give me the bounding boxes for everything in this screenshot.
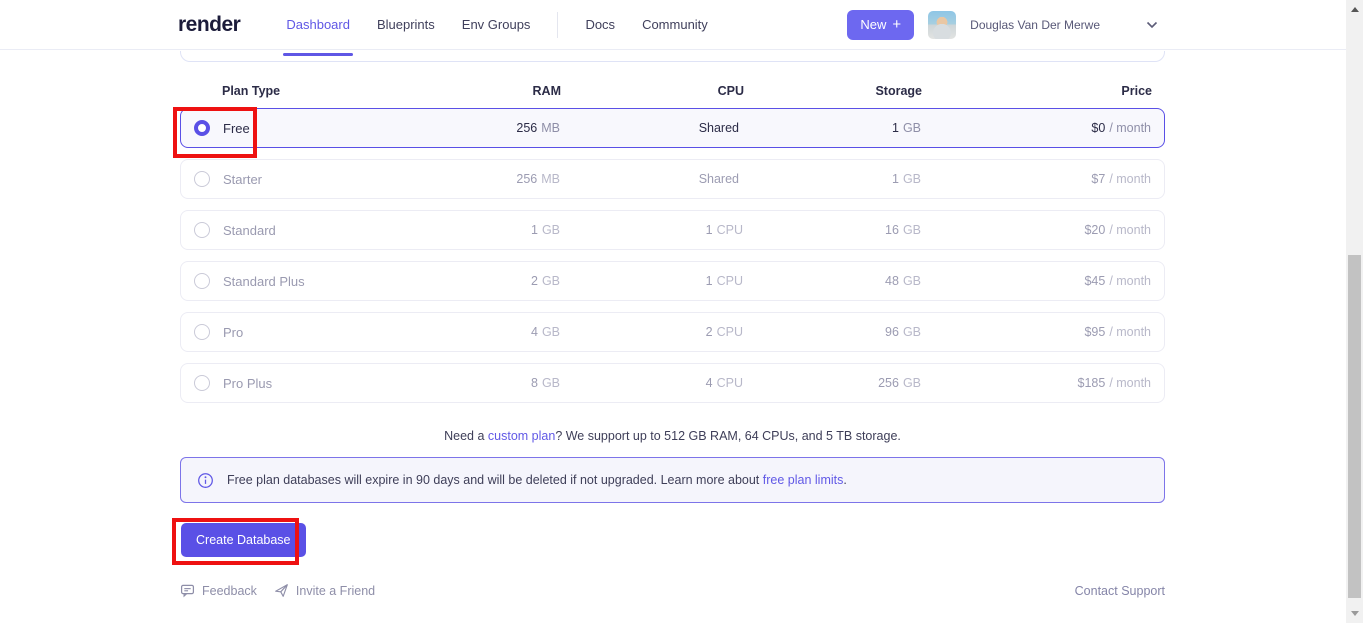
plan-cell: Pro Plus — [194, 375, 420, 391]
chevron-down-icon — [1146, 21, 1158, 29]
cpu-cell: Shared — [560, 172, 743, 186]
feedback-link[interactable]: Feedback — [180, 583, 257, 598]
plan-name: Free — [223, 121, 250, 136]
plan-row[interactable]: Standard 1GB 1CPU 16GB $20/ month — [180, 210, 1165, 250]
user-avatar[interactable] — [928, 11, 956, 39]
vertical-scrollbar[interactable] — [1346, 0, 1363, 623]
plan-cell: Standard Plus — [194, 273, 420, 289]
info-icon — [197, 472, 214, 489]
scrollbar-thumb[interactable] — [1348, 255, 1361, 598]
contact-support-link[interactable]: Contact Support — [1075, 584, 1165, 598]
plus-icon: + — [892, 17, 901, 32]
storage-cell: 1GB — [743, 121, 921, 135]
page-footer: Feedback Invite a Friend Contact Support — [180, 583, 1165, 598]
paper-plane-icon — [274, 583, 289, 598]
plan-selection-panel: Plan Type RAM CPU Storage Price Free 256… — [180, 51, 1165, 598]
plan-name: Starter — [223, 172, 262, 187]
column-header-plan-type: Plan Type — [193, 84, 421, 98]
price-cell: $185/ month — [921, 376, 1151, 390]
plan-cell: Starter — [194, 171, 420, 187]
price-cell: $7/ month — [921, 172, 1151, 186]
feedback-comment-icon — [180, 583, 195, 598]
nav-dashboard[interactable]: Dashboard — [286, 0, 350, 50]
plan-row[interactable]: Standard Plus 2GB 1CPU 48GB $45/ month — [180, 261, 1165, 301]
plan-radio-button[interactable] — [194, 120, 210, 136]
cpu-cell: Shared — [560, 121, 743, 135]
ram-cell: 1GB — [420, 223, 560, 237]
column-header-ram: RAM — [421, 84, 561, 98]
nav-divider — [557, 12, 558, 38]
plan-row[interactable]: Free 256MB Shared 1GB $0/ month — [180, 108, 1165, 148]
column-header-price: Price — [922, 84, 1152, 98]
notice-text: Free plan databases will expire in 90 da… — [227, 473, 847, 487]
plan-name: Pro Plus — [223, 376, 272, 391]
price-cell: $95/ month — [921, 325, 1151, 339]
plan-radio-button[interactable] — [194, 171, 210, 187]
triangle-down-icon — [1351, 611, 1359, 616]
storage-cell: 1GB — [743, 172, 921, 186]
scrollbar-up-arrow[interactable] — [1346, 2, 1363, 17]
column-header-cpu: CPU — [561, 84, 744, 98]
custom-plan-note: Need a custom plan? We support up to 512… — [180, 429, 1165, 443]
user-menu-toggle[interactable] — [1146, 21, 1158, 29]
scrolled-field-bottom-edge — [180, 51, 1165, 62]
render-logo[interactable]: render — [178, 13, 240, 37]
cpu-cell: 1CPU — [560, 274, 743, 288]
nav-community[interactable]: Community — [642, 0, 708, 50]
user-name: Douglas Van Der Merwe — [970, 18, 1100, 32]
create-database-button[interactable]: Create Database — [181, 523, 306, 557]
plan-radio-button[interactable] — [194, 222, 210, 238]
plan-cell: Pro — [194, 324, 420, 340]
nav-docs[interactable]: Docs — [585, 0, 615, 50]
plan-cell: Free — [194, 120, 420, 136]
cpu-cell: 1CPU — [560, 223, 743, 237]
new-button[interactable]: New + — [847, 10, 914, 40]
cpu-cell: 2CPU — [560, 325, 743, 339]
plan-name: Pro — [223, 325, 243, 340]
ram-cell: 8GB — [420, 376, 560, 390]
nav-blueprints[interactable]: Blueprints — [377, 0, 435, 50]
plan-row[interactable]: Pro Plus 8GB 4CPU 256GB $185/ month — [180, 363, 1165, 403]
topbar-right-group: New + Douglas Van Der Merwe — [847, 10, 1158, 40]
triangle-up-icon — [1351, 7, 1359, 12]
primary-nav: Dashboard Blueprints Env Groups Docs Com… — [286, 0, 707, 50]
scrollbar-down-arrow[interactable] — [1346, 606, 1363, 621]
free-plan-limits-link[interactable]: free plan limits — [763, 473, 844, 487]
column-header-storage: Storage — [744, 84, 922, 98]
table-column-headers: Plan Type RAM CPU Storage Price — [180, 84, 1165, 98]
ram-cell: 256MB — [420, 121, 560, 135]
price-cell: $20/ month — [921, 223, 1151, 237]
plan-row[interactable]: Pro 4GB 2CPU 96GB $95/ month — [180, 312, 1165, 352]
plan-name: Standard — [223, 223, 276, 238]
plan-row[interactable]: Starter 256MB Shared 1GB $7/ month — [180, 159, 1165, 199]
free-plan-notice-banner: Free plan databases will expire in 90 da… — [180, 457, 1165, 503]
storage-cell: 16GB — [743, 223, 921, 237]
plan-radio-button[interactable] — [194, 273, 210, 289]
plan-cell: Standard — [194, 222, 420, 238]
storage-cell: 96GB — [743, 325, 921, 339]
plan-rows-list: Free 256MB Shared 1GB $0/ month Starter … — [180, 108, 1165, 403]
price-cell: $45/ month — [921, 274, 1151, 288]
plan-name: Standard Plus — [223, 274, 305, 289]
plan-radio-button[interactable] — [194, 324, 210, 340]
plan-radio-button[interactable] — [194, 375, 210, 391]
nav-env-groups[interactable]: Env Groups — [462, 0, 531, 50]
custom-plan-link[interactable]: custom plan — [488, 429, 555, 443]
cpu-cell: 4CPU — [560, 376, 743, 390]
storage-cell: 48GB — [743, 274, 921, 288]
ram-cell: 256MB — [420, 172, 560, 186]
storage-cell: 256GB — [743, 376, 921, 390]
price-cell: $0/ month — [921, 121, 1151, 135]
top-navigation-bar: render Dashboard Blueprints Env Groups D… — [0, 0, 1363, 50]
ram-cell: 4GB — [420, 325, 560, 339]
invite-friend-link[interactable]: Invite a Friend — [274, 583, 375, 598]
ram-cell: 2GB — [420, 274, 560, 288]
